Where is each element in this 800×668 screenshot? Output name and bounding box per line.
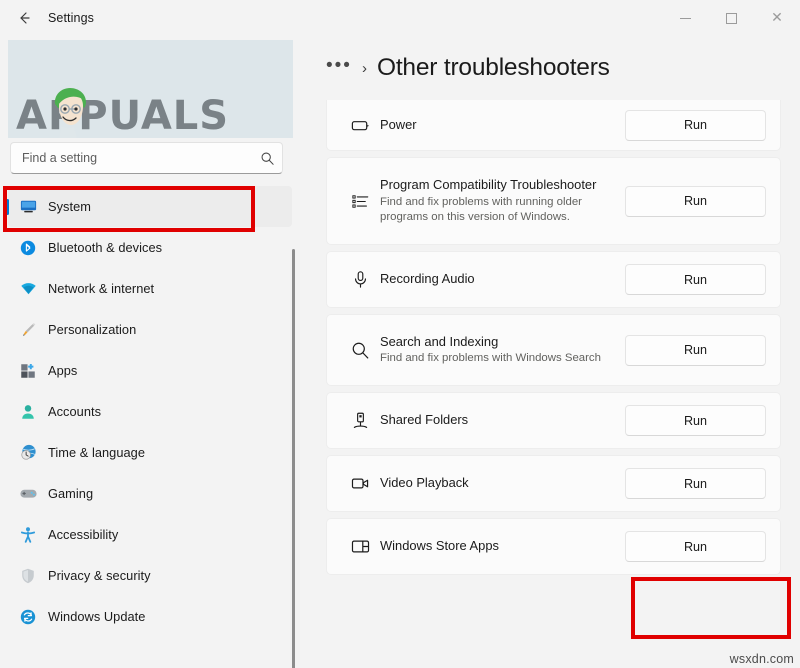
troubleshooter-name: Recording Audio: [380, 271, 475, 287]
search-icon: [252, 151, 282, 166]
sidebar-item-accessibility[interactable]: Accessibility: [8, 514, 292, 555]
video-camera-icon: [340, 473, 380, 494]
sidebar-item-system[interactable]: System: [6, 186, 292, 227]
troubleshooter-name: Search and Indexing: [380, 333, 499, 349]
sidebar-scrollbar[interactable]: [292, 249, 295, 668]
troubleshooter-row-power[interactable]: Power Run: [326, 100, 781, 151]
sidebar-item-time-language[interactable]: Time & language: [8, 432, 292, 473]
sidebar-item-accounts[interactable]: Accounts: [8, 391, 292, 432]
accessibility-icon: [8, 526, 48, 544]
shield-icon: [8, 567, 48, 585]
troubleshooter-text: Power: [380, 115, 625, 136]
sidebar-item-network-internet[interactable]: Network & internet: [8, 268, 292, 309]
run-button-program-compatibility[interactable]: Run: [625, 185, 766, 217]
troubleshooter-name: Windows Store Apps: [380, 538, 499, 554]
update-refresh-icon: [8, 608, 48, 626]
sidebar-item-bluetooth-devices[interactable]: Bluetooth & devices: [8, 227, 292, 268]
page-title: Other troubleshooters: [376, 54, 610, 81]
sidebar-item-label: Accessibility: [48, 527, 119, 542]
troubleshooter-text: Shared Folders: [380, 410, 625, 431]
troubleshooter-row-recording-audio[interactable]: Recording Audio Run: [326, 251, 781, 308]
run-button-video-playback[interactable]: Run: [625, 468, 766, 499]
list-icon: [340, 191, 380, 212]
selection-indicator: [6, 198, 9, 215]
wifi-icon: [8, 279, 48, 298]
breadcrumb: ••• › Other troubleshooters: [326, 54, 610, 82]
bluetooth-icon: [8, 239, 48, 257]
sidebar-item-privacy-security[interactable]: Privacy & security: [8, 555, 292, 596]
troubleshooter-row-program-compatibility[interactable]: Program Compatibility Troubleshooter Fin…: [326, 157, 781, 245]
sidebar-item-label: Bluetooth & devices: [48, 240, 163, 255]
troubleshooter-description: Find and fix problems with running older…: [380, 195, 582, 223]
run-button-power[interactable]: Run: [625, 109, 766, 141]
chevron-right-icon: ›: [361, 59, 367, 77]
gamepad-icon: [8, 484, 48, 503]
sidebar-item-label: Network & internet: [48, 281, 155, 296]
settings-window: Settings ✕ APPUALS Find a setting System…: [0, 0, 800, 668]
person-icon: [8, 403, 48, 421]
troubleshooter-text: Windows Store Apps: [380, 536, 625, 557]
troubleshooter-text: Video Playback: [380, 473, 625, 494]
paintbrush-icon: [8, 320, 48, 339]
sidebar-item-label: Accounts: [48, 404, 102, 419]
monitor-icon: [8, 197, 48, 216]
search-box[interactable]: [10, 142, 283, 174]
troubleshooter-text: Program Compatibility Troubleshooter Fin…: [380, 175, 625, 227]
troubleshooter-row-video-playback[interactable]: Video Playback Run: [326, 455, 781, 512]
sidebar-item-label: Personalization: [48, 322, 137, 337]
apps-grid-icon: [8, 362, 48, 380]
clock-globe-icon: [8, 443, 48, 462]
sidebar-item-label: Windows Update: [48, 609, 146, 624]
shared-folder-icon: [340, 410, 380, 431]
sidebar-item-apps[interactable]: Apps: [8, 350, 292, 391]
run-button-search-indexing[interactable]: Run: [625, 334, 766, 366]
appuals-brand-banner: APPUALS: [8, 40, 293, 138]
sidebar: APPUALS Find a setting System Bluetooth …: [0, 36, 300, 668]
minimize-button[interactable]: [662, 0, 708, 36]
store-window-icon: [340, 536, 380, 557]
maximize-button[interactable]: [708, 0, 754, 36]
close-button[interactable]: ✕: [754, 0, 800, 36]
troubleshooter-name: Video Playback: [380, 475, 469, 491]
troubleshooter-list: Power Run Program Compatibility Troubles…: [326, 100, 781, 581]
window-title: Settings: [48, 11, 94, 25]
sidebar-item-label: Time & language: [48, 445, 146, 460]
search-icon: [340, 340, 380, 361]
troubleshooter-row-shared-folders[interactable]: Shared Folders Run: [326, 392, 781, 449]
sidebar-nav-list: System Bluetooth & devices Network & int…: [0, 186, 300, 637]
watermark: wsxdn.com: [729, 652, 794, 666]
run-button-recording-audio[interactable]: Run: [625, 264, 766, 295]
sidebar-item-label: Privacy & security: [48, 568, 151, 583]
battery-icon: [340, 115, 380, 136]
sidebar-item-label: Apps: [48, 363, 78, 378]
run-button-windows-store-apps[interactable]: Run: [625, 531, 766, 562]
microphone-icon: [340, 269, 380, 290]
run-button-shared-folders[interactable]: Run: [625, 405, 766, 436]
troubleshooter-row-search-indexing[interactable]: Search and Indexing Find and fix problem…: [326, 314, 781, 386]
troubleshooter-text: Search and Indexing Find and fix problem…: [380, 332, 625, 369]
sidebar-item-label: Gaming: [48, 486, 94, 501]
troubleshooter-description: Find and fix problems with Windows Searc…: [380, 352, 601, 365]
main-content: ••• › Other troubleshooters Power Run Pr…: [300, 36, 800, 668]
troubleshooter-text: Recording Audio: [380, 269, 625, 290]
troubleshooter-name: Program Compatibility Troubleshooter: [380, 177, 597, 193]
sidebar-item-label: System: [48, 199, 91, 214]
back-arrow-icon[interactable]: [4, 2, 44, 34]
troubleshooter-name: Shared Folders: [380, 412, 469, 428]
troubleshooter-name: Power: [380, 116, 417, 132]
sidebar-item-gaming[interactable]: Gaming: [8, 473, 292, 514]
troubleshooter-row-windows-store-apps[interactable]: Windows Store Apps Run: [326, 518, 781, 575]
sidebar-item-windows-update[interactable]: Windows Update: [8, 596, 292, 637]
sidebar-item-personalization[interactable]: Personalization: [8, 309, 292, 350]
breadcrumb-overflow-icon[interactable]: •••: [326, 56, 352, 81]
appuals-mascot-icon: [54, 88, 86, 138]
search-input[interactable]: [11, 151, 252, 165]
title-bar: Settings ✕: [0, 0, 800, 36]
window-controls: ✕: [662, 0, 800, 36]
